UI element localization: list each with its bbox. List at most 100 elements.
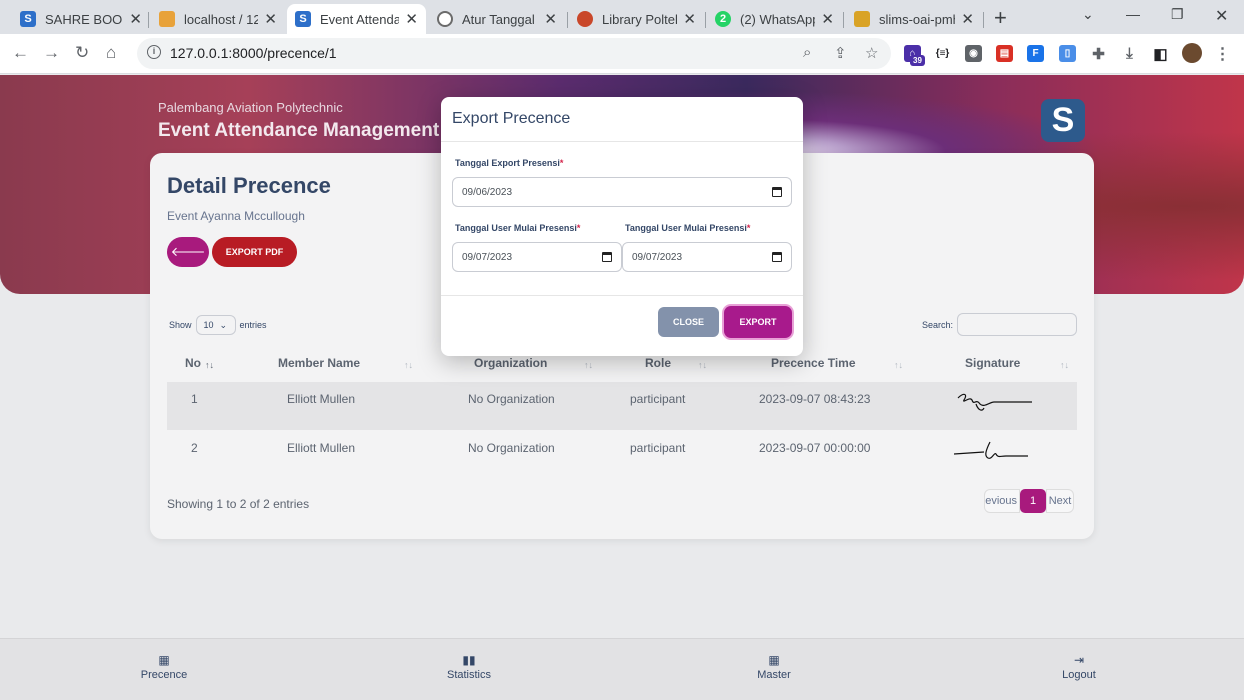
export-button[interactable]: EXPORT xyxy=(724,306,792,338)
calendar-icon[interactable] xyxy=(772,252,782,262)
site-info-icon[interactable]: i xyxy=(147,45,161,59)
forward-icon[interactable]: → xyxy=(43,43,60,63)
calendar-icon[interactable] xyxy=(772,187,782,197)
grid-icon: ▦ xyxy=(158,653,170,667)
cell-no: 1 xyxy=(191,392,198,406)
favicon-icon xyxy=(854,11,870,27)
extensions-puzzle-icon[interactable]: ✚ xyxy=(1090,45,1107,63)
zoom-icon[interactable]: ⌕ xyxy=(803,44,811,61)
previous-page-button[interactable]: Previous xyxy=(984,489,1020,513)
nav-master[interactable]: ▦ Master xyxy=(734,653,814,681)
page-length-select[interactable]: 10 ⌄ xyxy=(195,315,236,335)
side-panel-icon[interactable]: ◧ xyxy=(1152,45,1169,63)
nav-statistics[interactable]: ▮▮ Statistics xyxy=(429,653,509,681)
cell-member-name: Elliott Mullen xyxy=(287,392,356,406)
menu-icon[interactable]: ⋮ xyxy=(1214,45,1231,63)
close-tab-icon[interactable]: ✕ xyxy=(821,10,834,28)
chevron-down-icon: ⌄ xyxy=(219,319,228,330)
address-bar[interactable]: i 127.0.0.1:8000/precence/1 ⌕ ⇪ ☆ xyxy=(137,38,891,69)
start-date-input[interactable]: 09/07/2023 xyxy=(452,242,622,272)
extension-icon[interactable]: ▯ xyxy=(1059,45,1076,62)
label-text: Tanggal Export Presensi xyxy=(455,158,560,168)
column-header[interactable]: Precence Time xyxy=(771,356,856,370)
browser-tab[interactable]: S SAHRE BOOK ✕ xyxy=(12,4,150,34)
back-button[interactable]: 🡐 xyxy=(167,237,209,267)
favicon-icon xyxy=(577,11,593,27)
cell-role: participant xyxy=(630,392,686,406)
close-button[interactable]: CLOSE xyxy=(658,307,719,337)
reload-icon[interactable]: ↻ xyxy=(75,43,89,63)
institution-name: Palembang Aviation Polytechnic xyxy=(158,100,343,115)
start-date-input-2[interactable]: 09/07/2023 xyxy=(622,242,792,272)
back-icon[interactable]: ← xyxy=(12,43,29,63)
sort-icon[interactable]: ↑↓ xyxy=(698,360,707,370)
sort-icon[interactable]: ↑↓ xyxy=(1060,360,1069,370)
cell-organization: No Organization xyxy=(468,392,555,406)
column-header[interactable]: Role xyxy=(645,356,671,370)
window-close-icon[interactable]: ✕ xyxy=(1215,6,1228,26)
column-header[interactable]: Signature xyxy=(965,356,1020,370)
browser-tab[interactable]: localhost / 127 ✕ xyxy=(151,4,285,34)
profile-avatar[interactable] xyxy=(1182,43,1202,63)
extension-icon[interactable]: F xyxy=(1027,45,1044,62)
share-icon[interactable]: ⇪ xyxy=(834,44,847,62)
tab-title: Atur Tanggal M xyxy=(462,11,538,27)
app-title: Event Attendance Management App xyxy=(158,120,481,141)
favicon-icon xyxy=(437,11,453,27)
json-extension-icon[interactable]: {≡} xyxy=(934,45,951,62)
bookmark-star-icon[interactable]: ☆ xyxy=(865,44,878,62)
pagination: Previous 1 Next xyxy=(984,489,1074,513)
divider xyxy=(441,141,803,142)
search-label: Search: xyxy=(921,319,953,330)
minimize-icon[interactable]: — xyxy=(1126,6,1140,22)
home-icon[interactable]: ⌂ xyxy=(106,43,116,63)
close-tab-icon[interactable]: ✕ xyxy=(264,10,277,28)
sort-icon[interactable]: ↑↓ xyxy=(584,360,593,370)
restore-icon[interactable]: ❐ xyxy=(1171,6,1184,23)
sort-icon[interactable]: ↑↓ xyxy=(404,360,413,370)
sort-icon[interactable]: ↑↓ xyxy=(894,360,903,370)
column-header[interactable]: No xyxy=(185,356,201,370)
required-mark: * xyxy=(576,223,581,233)
label-text: Tanggal User Mulai Presensi xyxy=(625,223,747,233)
extension-icon[interactable]: ▤ xyxy=(996,45,1013,62)
browser-tab[interactable]: Library Poltekb ✕ xyxy=(569,4,704,34)
browser-toolbar: ← → ↻ ⌂ i 127.0.0.1:8000/precence/1 ⌕ ⇪ … xyxy=(0,34,1244,74)
search-input[interactable] xyxy=(957,313,1077,336)
sort-icon[interactable]: ↑↓ xyxy=(205,360,214,370)
table-info: Showing 1 to 2 of 2 entries xyxy=(167,497,310,511)
page-button-current[interactable]: 1 xyxy=(1020,489,1046,513)
column-header[interactable]: Member Name xyxy=(278,356,360,370)
nav-logout[interactable]: ⇥ Logout xyxy=(1039,653,1119,681)
browser-tab-active[interactable]: S Event Attendar ✕ xyxy=(287,4,426,34)
calendar-icon[interactable] xyxy=(602,252,612,262)
close-tab-icon[interactable]: ✕ xyxy=(544,10,557,28)
browser-tab[interactable]: Atur Tanggal M ✕ xyxy=(429,4,565,34)
cell-role: participant xyxy=(630,441,686,455)
close-tab-icon[interactable]: ✕ xyxy=(129,10,142,28)
download-icon[interactable]: ⤓ xyxy=(1121,45,1138,62)
show-label: Show xyxy=(169,320,192,330)
tab-search-icon[interactable]: ⌄ xyxy=(1082,6,1094,23)
column-header[interactable]: Organization xyxy=(474,356,547,370)
export-date-input[interactable]: 09/06/2023 xyxy=(452,177,792,207)
nav-precence[interactable]: ▦ Precence xyxy=(124,653,204,681)
close-tab-icon[interactable]: ✕ xyxy=(961,10,974,28)
date-value: 09/06/2023 xyxy=(462,186,513,198)
tab-title: Library Poltekb xyxy=(602,11,677,27)
export-pdf-button[interactable]: EXPORT PDF xyxy=(212,237,297,267)
bar-chart-icon: ▮▮ xyxy=(462,653,476,667)
close-tab-icon[interactable]: ✕ xyxy=(405,10,418,28)
browser-tab[interactable]: 2 (2) WhatsApp ✕ xyxy=(707,4,842,34)
url-text[interactable]: 127.0.0.1:8000/precence/1 xyxy=(170,45,337,61)
page-length-control: Show 10 ⌄ entries xyxy=(169,315,267,335)
browser-tab[interactable]: slims-oai-pmh ✕ xyxy=(846,4,982,34)
close-tab-icon[interactable]: ✕ xyxy=(683,10,696,28)
next-page-button[interactable]: Next xyxy=(1046,489,1074,513)
camera-icon[interactable]: ◉ xyxy=(965,45,982,62)
date-value: 09/07/2023 xyxy=(462,251,513,263)
nav-label: Logout xyxy=(1062,669,1096,681)
new-tab-button[interactable]: + xyxy=(994,5,1007,31)
favicon-icon xyxy=(159,11,175,27)
page-title: Detail Precence xyxy=(167,173,331,198)
